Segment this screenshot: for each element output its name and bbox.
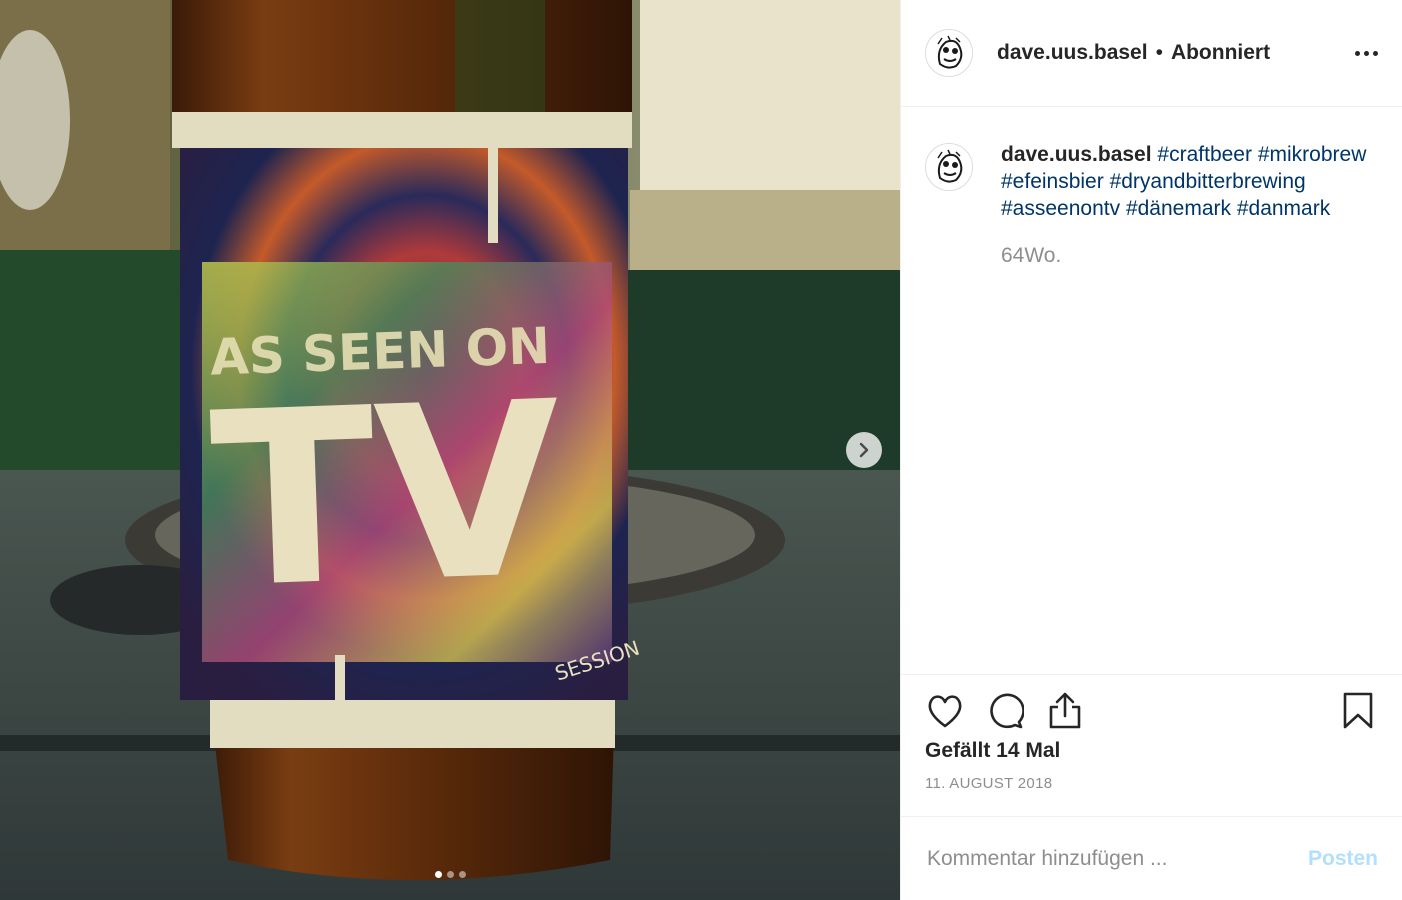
post-date[interactable]: 11. AUGUST 2018 — [925, 775, 1378, 792]
share-button[interactable] — [1045, 691, 1085, 731]
action-bar — [925, 691, 1378, 731]
more-icon-dot — [1373, 50, 1378, 56]
post-view: AS SEEN ON TV SESSION dave.uus.basel • A… — [0, 0, 1402, 900]
save-button[interactable] — [1338, 691, 1378, 731]
post-details-panel: dave.uus.basel • Abonniert dave.uus.base… — [900, 0, 1402, 900]
avatar-image — [926, 144, 972, 190]
post-actions: Gefällt 14 Mal 11. AUGUST 2018 — [901, 674, 1402, 816]
more-options-button[interactable] — [1355, 43, 1378, 64]
hashtag-link[interactable]: #danmark — [1237, 197, 1330, 220]
comment-icon — [990, 693, 1024, 729]
hashtag-link[interactable]: #asseenontv — [1001, 197, 1120, 220]
caption: dave.uus.basel #craftbeer #mikrobrew #ef… — [925, 141, 1378, 269]
label-line2: TV — [207, 349, 566, 641]
like-button[interactable] — [925, 691, 965, 731]
follow-status-button[interactable]: Abonniert — [1171, 41, 1270, 65]
avatar[interactable] — [925, 29, 973, 77]
avatar-image — [926, 30, 972, 76]
hashtag-link[interactable]: #dryandbitterbrewing — [1110, 170, 1306, 193]
carousel-indicator — [0, 871, 900, 878]
carousel-dot — [446, 871, 454, 878]
post-photo[interactable]: AS SEEN ON TV SESSION — [0, 0, 900, 900]
hashtag-link[interactable]: #mikrobrew — [1258, 143, 1367, 166]
hashtag-link[interactable]: #efeinsbier — [1001, 170, 1104, 193]
comment-input[interactable] — [925, 845, 1308, 872]
more-icon-dot — [1364, 50, 1369, 56]
comment-button[interactable] — [985, 691, 1025, 731]
post-header: dave.uus.basel • Abonniert — [901, 0, 1402, 107]
next-image-button[interactable] — [846, 432, 882, 468]
more-icon — [1355, 50, 1360, 56]
header-separator: • — [1155, 41, 1163, 64]
like-count[interactable]: Gefällt 14 Mal — [925, 739, 1378, 763]
header-username[interactable]: dave.uus.basel — [997, 41, 1148, 65]
heart-icon — [928, 695, 962, 728]
caption-timestamp[interactable]: 64Wo. — [1001, 242, 1366, 269]
carousel-dot — [458, 871, 466, 878]
beer-bottle-photo: AS SEEN ON TV SESSION — [0, 0, 900, 900]
hashtag-link[interactable]: #craftbeer — [1157, 143, 1252, 166]
chevron-right-icon — [859, 442, 869, 458]
caption-username[interactable]: dave.uus.basel — [1001, 143, 1152, 166]
add-comment-bar: Posten — [901, 816, 1402, 900]
caption-text: dave.uus.basel #craftbeer #mikrobrew #ef… — [1001, 141, 1366, 269]
caption-avatar[interactable] — [925, 143, 973, 191]
comments-section: dave.uus.basel #craftbeer #mikrobrew #ef… — [901, 107, 1402, 674]
carousel-dot-active — [434, 871, 442, 878]
share-icon — [1049, 692, 1081, 729]
hashtag-link[interactable]: #dänemark — [1126, 197, 1231, 220]
post-comment-button[interactable]: Posten — [1308, 847, 1378, 871]
bookmark-icon — [1343, 692, 1373, 729]
